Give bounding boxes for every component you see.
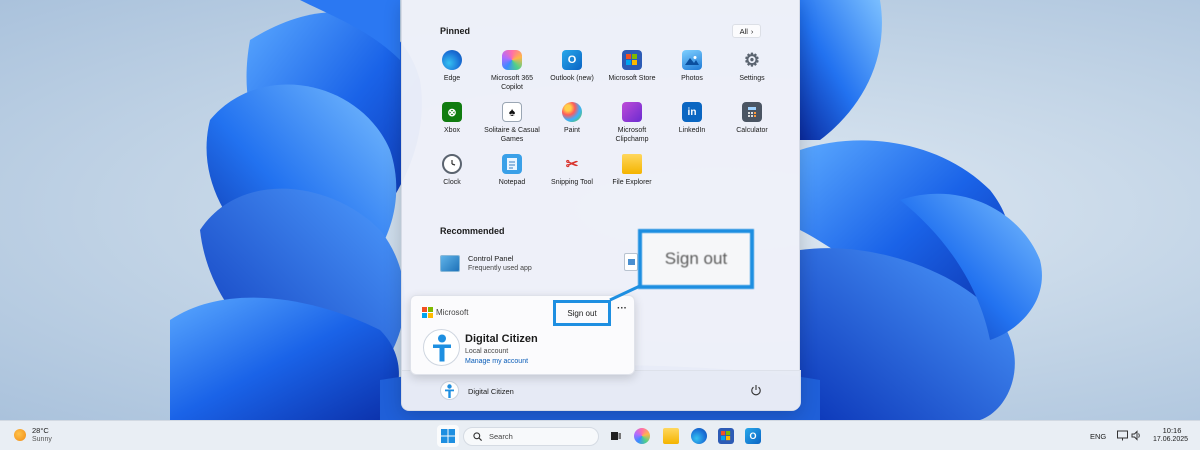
user-avatar[interactable] (440, 381, 459, 400)
start-button[interactable] (437, 425, 459, 447)
pinned-app-snipping-tool[interactable]: ✂ Snipping Tool (542, 154, 602, 206)
app-label: Calculator (736, 127, 768, 134)
sign-out-callout-zoom: Sign out (638, 229, 754, 289)
edge-icon[interactable] (691, 428, 707, 444)
task-view-icon[interactable] (608, 428, 624, 444)
taskbar-search-box[interactable]: Search (463, 427, 599, 446)
weather-condition[interactable]: Sunny (32, 436, 52, 443)
power-button[interactable] (748, 382, 764, 398)
outlook-icon[interactable]: O (745, 428, 761, 444)
microsoft-365-copilot-icon (502, 50, 522, 70)
photos-icon (682, 50, 702, 70)
pinned-section-title: Pinned (440, 26, 471, 36)
app-label: Paint (564, 127, 580, 134)
account-flyout: Microsoft Sign out ··· Digital Citizen L… (410, 295, 635, 375)
pinned-app-copilot[interactable]: Microsoft 365 Copilot (482, 50, 542, 102)
app-label: Clock (443, 179, 461, 186)
microsoft-store-icon (622, 50, 642, 70)
pinned-app-edge[interactable]: Edge (422, 50, 482, 102)
edge-icon (442, 50, 462, 70)
pinned-app-settings[interactable]: ⚙ Settings (722, 50, 782, 102)
all-apps-button[interactable]: All › (732, 24, 761, 38)
sun-weather-icon[interactable] (14, 429, 26, 441)
pinned-app-store[interactable]: Microsoft Store (602, 50, 662, 102)
pinned-app-paint[interactable]: Paint (542, 102, 602, 154)
recommended-section-title: Recommended (440, 226, 505, 236)
copilot-icon[interactable] (634, 428, 650, 444)
app-label: Solitaire & Casual Games (484, 127, 540, 143)
app-label: Snipping Tool (551, 179, 593, 186)
app-label: File Explorer (612, 179, 652, 186)
control-panel-icon (440, 254, 460, 272)
account-avatar (423, 329, 460, 366)
recommended-item-control-panel[interactable]: Control Panel Frequently used app (440, 254, 532, 272)
clock-icon (442, 154, 462, 174)
account-type: Local account (465, 348, 509, 355)
notepad-icon (502, 154, 522, 174)
app-label: Edge (443, 75, 461, 82)
pinned-app-xbox[interactable]: ⊗ Xbox (422, 102, 482, 154)
calculator-icon (742, 102, 762, 122)
pinned-app-outlook[interactable]: O Outlook (new) (542, 50, 602, 102)
xbox-icon: ⊗ (442, 102, 462, 122)
power-icon (751, 385, 761, 396)
file-explorer-folder-icon (622, 154, 642, 174)
pinned-app-calculator[interactable]: Calculator (722, 102, 782, 154)
app-label: LinkedIn (678, 127, 706, 134)
app-label: Photos (681, 75, 703, 82)
pinned-app-photos[interactable]: Photos (662, 50, 722, 102)
all-apps-label: All (739, 26, 748, 36)
chevron-right-icon: › (750, 26, 754, 36)
windows-logo-icon (441, 429, 455, 443)
snipping-tool-icon: ✂ (565, 156, 579, 173)
settings-gear-icon: ⚙ (743, 49, 761, 70)
app-label: Microsoft Clipchamp (615, 127, 649, 143)
pinned-app-clock[interactable]: Clock (422, 154, 482, 206)
taskbar: 28°C Sunny Search O ENG 10:16 17.06.2025 (0, 420, 1200, 450)
search-icon (473, 432, 482, 441)
clock-time[interactable]: 10:16 (1155, 426, 1189, 435)
microsoft-logo-icon (422, 307, 433, 318)
paint-palette-icon (562, 102, 582, 122)
volume-icon[interactable] (1131, 430, 1142, 441)
outlook-icon: O (562, 50, 582, 70)
app-label: Microsoft Store (608, 75, 656, 82)
input-language-indicator[interactable]: ENG (1090, 432, 1106, 441)
microsoft-store-icon[interactable] (718, 428, 734, 444)
weather-temperature[interactable]: 28°C (32, 426, 49, 435)
manage-account-link[interactable]: Manage my account (465, 358, 528, 365)
recommended-file-icon[interactable] (624, 253, 638, 271)
pinned-app-file-explorer[interactable]: File Explorer (602, 154, 662, 206)
pinned-app-linkedin[interactable]: in LinkedIn (662, 102, 722, 154)
clipchamp-icon (622, 102, 642, 122)
linkedin-icon: in (682, 102, 702, 122)
search-placeholder: Search (489, 432, 513, 441)
recommended-item-name: Control Panel (468, 254, 514, 263)
app-label: Xbox (444, 127, 460, 134)
account-name: Digital Citizen (465, 333, 538, 345)
app-label: Outlook (new) (550, 75, 594, 82)
start-menu-footer: Digital Citizen (402, 370, 801, 410)
app-label: Settings (739, 75, 765, 82)
clock-date[interactable]: 17.06.2025 (1148, 436, 1193, 443)
brand-label: Microsoft (436, 308, 469, 317)
sign-out-button[interactable]: Sign out (553, 300, 611, 326)
pinned-app-solitaire[interactable]: ♠ Solitaire & Casual Games (482, 102, 542, 154)
app-label: Microsoft 365 Copilot (490, 75, 534, 91)
pinned-app-notepad[interactable]: Notepad (482, 154, 542, 206)
footer-username[interactable]: Digital Citizen (468, 387, 514, 396)
app-label: Notepad (498, 179, 526, 186)
pinned-app-clipchamp[interactable]: Microsoft Clipchamp (602, 102, 662, 154)
more-options-button[interactable]: ··· (615, 304, 629, 317)
file-explorer-icon[interactable] (663, 428, 679, 444)
network-icon[interactable] (1117, 430, 1128, 441)
recommended-item-subtitle: Frequently used app (468, 265, 532, 272)
pinned-apps-grid: Edge Microsoft 365 Copilot O Outlook (ne… (422, 50, 802, 206)
recommended-item-text: Control Panel Frequently used app (468, 254, 532, 272)
solitaire-icon: ♠ (502, 102, 522, 122)
